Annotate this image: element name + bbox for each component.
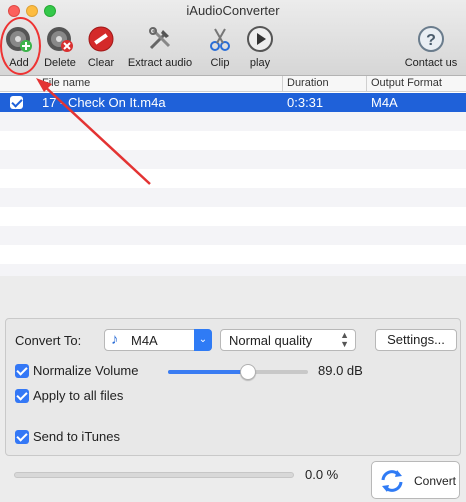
column-duration[interactable]: Duration (287, 77, 329, 89)
volume-slider-fill (168, 370, 248, 374)
apply-all-checkbox[interactable] (15, 389, 29, 403)
music-note-icon: ♪ (111, 331, 119, 348)
column-divider (366, 76, 367, 92)
help-icon: ? (418, 26, 444, 52)
delete-disc-icon (47, 27, 73, 52)
clip-label: Clip (210, 57, 230, 69)
clear-button[interactable]: Clear (84, 22, 118, 72)
quality-select-value: Normal quality (229, 333, 313, 348)
tools-icon (149, 27, 171, 50)
convert-to-label: Convert To: (15, 333, 82, 348)
empty-row (0, 226, 466, 245)
chevron-down-icon: ⌄ (194, 329, 212, 351)
format-select[interactable]: ♪ M4A ⌄ (104, 329, 212, 351)
progress-bar (14, 472, 294, 478)
empty-row (0, 150, 466, 169)
empty-row (0, 264, 466, 276)
svg-text:?: ? (426, 32, 436, 49)
settings-button[interactable]: Settings... (375, 329, 457, 351)
clear-label: Clear (87, 57, 115, 69)
extract-audio-label: Extract audio (127, 57, 193, 69)
normalize-volume-label: Normalize Volume (33, 363, 139, 378)
title-toolbar: iAudioConverter Add Delete Clear Extract… (0, 0, 466, 76)
format-select-value: M4A (131, 333, 158, 348)
file-name-cell: 17 - Check On It.m4a (42, 95, 166, 110)
volume-value: 89.0 dB (318, 363, 363, 378)
extract-audio-button[interactable]: Extract audio (124, 22, 196, 72)
table-row[interactable]: 17 - Check On It.m4a 0:3:31 M4A (0, 93, 466, 112)
updown-arrows-icon: ▲ ▼ (340, 330, 349, 349)
empty-row (0, 188, 466, 207)
empty-row (0, 112, 466, 131)
empty-row (0, 131, 466, 150)
column-divider (282, 76, 283, 92)
empty-row (0, 207, 466, 226)
play-icon (247, 26, 273, 52)
window-title: iAudioConverter (186, 3, 280, 18)
list-header: File name Duration Output Format (0, 76, 466, 92)
play-button[interactable]: play (244, 22, 276, 72)
clip-button[interactable]: Clip (204, 22, 236, 72)
normalize-volume-checkbox[interactable] (15, 364, 29, 378)
delete-button[interactable]: Delete (42, 22, 78, 72)
progress-percent: 0.0 % (305, 467, 339, 482)
annotation-circle (0, 17, 41, 75)
send-to-itunes-label: Send to iTunes (33, 429, 120, 444)
refresh-arrows-icon (381, 470, 403, 492)
apply-all-label: Apply to all files (33, 388, 124, 403)
empty-row (0, 169, 466, 188)
format-cell: M4A (371, 95, 398, 110)
conversion-settings-panel: Convert To: ♪ M4A ⌄ Normal quality ▲ ▼ Se… (5, 318, 461, 456)
column-file-name[interactable]: File name (42, 77, 90, 89)
duration-cell: 0:3:31 (287, 95, 324, 110)
send-to-itunes-checkbox[interactable] (15, 430, 29, 444)
empty-row (0, 245, 466, 264)
contact-us-label: Contact us (404, 57, 458, 69)
play-label: play (249, 57, 271, 69)
convert-button[interactable]: Convert (371, 461, 460, 499)
clear-icon (88, 26, 114, 52)
quality-select[interactable]: Normal quality ▲ ▼ (220, 329, 356, 351)
column-output-format[interactable]: Output Format (371, 77, 442, 89)
row-checkbox[interactable] (10, 96, 23, 109)
contact-us-button[interactable]: ? Contact us (398, 22, 464, 72)
file-list: File name Duration Output Format 17 - Ch… (0, 76, 466, 276)
volume-slider[interactable] (168, 364, 308, 380)
convert-label: Convert (414, 474, 457, 488)
volume-slider-knob[interactable] (239, 364, 256, 380)
delete-label: Delete (44, 57, 76, 69)
scissors-icon (210, 28, 230, 51)
